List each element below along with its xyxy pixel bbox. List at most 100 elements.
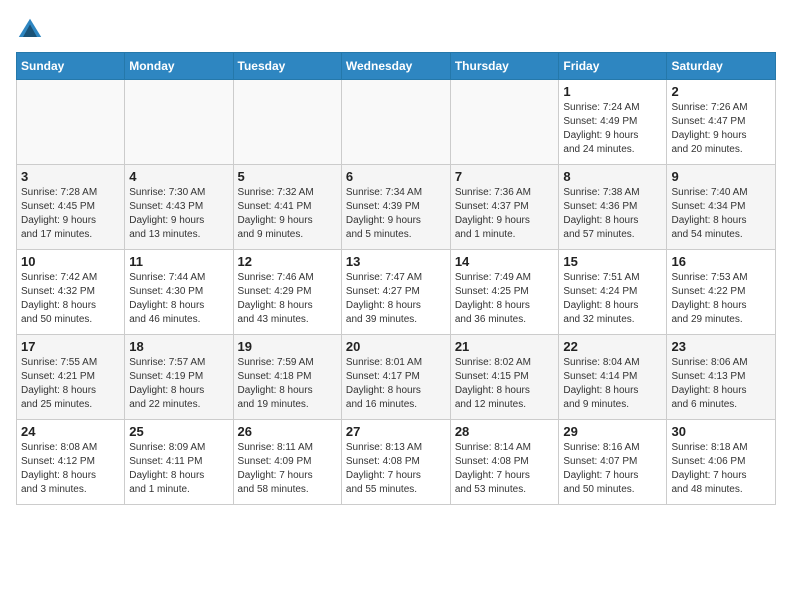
day-cell bbox=[450, 80, 559, 165]
weekday-header-monday: Monday bbox=[125, 53, 233, 80]
day-number: 23 bbox=[671, 339, 771, 354]
day-number: 19 bbox=[238, 339, 337, 354]
day-info: Sunrise: 7:57 AM Sunset: 4:19 PM Dayligh… bbox=[129, 356, 228, 412]
day-cell: 30 Sunrise: 8:18 AM Sunset: 4:06 PM Dayli… bbox=[667, 420, 776, 505]
day-number: 18 bbox=[129, 339, 228, 354]
day-number: 20 bbox=[346, 339, 446, 354]
day-info: Sunrise: 7:24 AM Sunset: 4:49 PM Dayligh… bbox=[563, 101, 662, 157]
day-info: Sunrise: 7:46 AM Sunset: 4:29 PM Dayligh… bbox=[238, 271, 337, 327]
day-info: Sunrise: 7:44 AM Sunset: 4:30 PM Dayligh… bbox=[129, 271, 228, 327]
day-number: 1 bbox=[563, 84, 662, 99]
day-info: Sunrise: 7:28 AM Sunset: 4:45 PM Dayligh… bbox=[21, 186, 120, 242]
day-info: Sunrise: 7:59 AM Sunset: 4:18 PM Dayligh… bbox=[238, 356, 337, 412]
day-cell: 10 Sunrise: 7:42 AM Sunset: 4:32 PM Dayli… bbox=[17, 250, 125, 335]
day-cell: 25 Sunrise: 8:09 AM Sunset: 4:11 PM Dayli… bbox=[125, 420, 233, 505]
logo bbox=[16, 16, 48, 44]
day-number: 2 bbox=[671, 84, 771, 99]
day-number: 12 bbox=[238, 254, 337, 269]
day-number: 8 bbox=[563, 169, 662, 184]
page-header bbox=[16, 16, 776, 44]
day-cell: 17 Sunrise: 7:55 AM Sunset: 4:21 PM Dayli… bbox=[17, 335, 125, 420]
day-number: 26 bbox=[238, 424, 337, 439]
weekday-header-saturday: Saturday bbox=[667, 53, 776, 80]
week-row-2: 3 Sunrise: 7:28 AM Sunset: 4:45 PM Daylig… bbox=[17, 165, 776, 250]
day-info: Sunrise: 7:32 AM Sunset: 4:41 PM Dayligh… bbox=[238, 186, 337, 242]
day-cell: 3 Sunrise: 7:28 AM Sunset: 4:45 PM Daylig… bbox=[17, 165, 125, 250]
day-number: 29 bbox=[563, 424, 662, 439]
day-info: Sunrise: 7:47 AM Sunset: 4:27 PM Dayligh… bbox=[346, 271, 446, 327]
weekday-header-sunday: Sunday bbox=[17, 53, 125, 80]
day-number: 10 bbox=[21, 254, 120, 269]
week-row-1: 1 Sunrise: 7:24 AM Sunset: 4:49 PM Daylig… bbox=[17, 80, 776, 165]
day-number: 9 bbox=[671, 169, 771, 184]
day-info: Sunrise: 7:34 AM Sunset: 4:39 PM Dayligh… bbox=[346, 186, 446, 242]
day-cell: 18 Sunrise: 7:57 AM Sunset: 4:19 PM Dayli… bbox=[125, 335, 233, 420]
day-number: 4 bbox=[129, 169, 228, 184]
day-number: 15 bbox=[563, 254, 662, 269]
day-cell bbox=[341, 80, 450, 165]
day-cell: 22 Sunrise: 8:04 AM Sunset: 4:14 PM Dayli… bbox=[559, 335, 667, 420]
day-cell: 20 Sunrise: 8:01 AM Sunset: 4:17 PM Dayli… bbox=[341, 335, 450, 420]
day-info: Sunrise: 7:53 AM Sunset: 4:22 PM Dayligh… bbox=[671, 271, 771, 327]
day-info: Sunrise: 8:01 AM Sunset: 4:17 PM Dayligh… bbox=[346, 356, 446, 412]
day-info: Sunrise: 8:16 AM Sunset: 4:07 PM Dayligh… bbox=[563, 441, 662, 497]
day-cell: 14 Sunrise: 7:49 AM Sunset: 4:25 PM Dayli… bbox=[450, 250, 559, 335]
day-info: Sunrise: 7:38 AM Sunset: 4:36 PM Dayligh… bbox=[563, 186, 662, 242]
day-cell bbox=[125, 80, 233, 165]
day-number: 24 bbox=[21, 424, 120, 439]
day-cell: 16 Sunrise: 7:53 AM Sunset: 4:22 PM Dayli… bbox=[667, 250, 776, 335]
day-info: Sunrise: 8:14 AM Sunset: 4:08 PM Dayligh… bbox=[455, 441, 555, 497]
day-cell: 4 Sunrise: 7:30 AM Sunset: 4:43 PM Daylig… bbox=[125, 165, 233, 250]
day-cell: 24 Sunrise: 8:08 AM Sunset: 4:12 PM Dayli… bbox=[17, 420, 125, 505]
day-number: 30 bbox=[671, 424, 771, 439]
day-info: Sunrise: 7:40 AM Sunset: 4:34 PM Dayligh… bbox=[671, 186, 771, 242]
day-cell bbox=[233, 80, 341, 165]
day-number: 3 bbox=[21, 169, 120, 184]
weekday-header-wednesday: Wednesday bbox=[341, 53, 450, 80]
weekday-header-tuesday: Tuesday bbox=[233, 53, 341, 80]
day-cell: 7 Sunrise: 7:36 AM Sunset: 4:37 PM Daylig… bbox=[450, 165, 559, 250]
day-cell: 15 Sunrise: 7:51 AM Sunset: 4:24 PM Dayli… bbox=[559, 250, 667, 335]
day-cell: 11Sunrise: 7:44 AM Sunset: 4:30 PM Dayli… bbox=[125, 250, 233, 335]
day-info: Sunrise: 8:11 AM Sunset: 4:09 PM Dayligh… bbox=[238, 441, 337, 497]
day-info: Sunrise: 7:49 AM Sunset: 4:25 PM Dayligh… bbox=[455, 271, 555, 327]
day-info: Sunrise: 8:06 AM Sunset: 4:13 PM Dayligh… bbox=[671, 356, 771, 412]
day-cell: 6Sunrise: 7:34 AM Sunset: 4:39 PM Daylig… bbox=[341, 165, 450, 250]
day-info: Sunrise: 7:36 AM Sunset: 4:37 PM Dayligh… bbox=[455, 186, 555, 242]
day-number: 22 bbox=[563, 339, 662, 354]
week-row-3: 10 Sunrise: 7:42 AM Sunset: 4:32 PM Dayli… bbox=[17, 250, 776, 335]
day-info: Sunrise: 8:13 AM Sunset: 4:08 PM Dayligh… bbox=[346, 441, 446, 497]
day-cell: 28 Sunrise: 8:14 AM Sunset: 4:08 PM Dayli… bbox=[450, 420, 559, 505]
day-info: Sunrise: 7:55 AM Sunset: 4:21 PM Dayligh… bbox=[21, 356, 120, 412]
day-number: 25 bbox=[129, 424, 228, 439]
day-cell: 26 Sunrise: 8:11 AM Sunset: 4:09 PM Dayli… bbox=[233, 420, 341, 505]
day-info: Sunrise: 8:09 AM Sunset: 4:11 PM Dayligh… bbox=[129, 441, 228, 497]
day-cell: 8 Sunrise: 7:38 AM Sunset: 4:36 PM Daylig… bbox=[559, 165, 667, 250]
day-cell: 1 Sunrise: 7:24 AM Sunset: 4:49 PM Daylig… bbox=[559, 80, 667, 165]
day-number: 5 bbox=[238, 169, 337, 184]
day-info: Sunrise: 8:02 AM Sunset: 4:15 PM Dayligh… bbox=[455, 356, 555, 412]
day-info: Sunrise: 8:04 AM Sunset: 4:14 PM Dayligh… bbox=[563, 356, 662, 412]
calendar-table: SundayMondayTuesdayWednesdayThursdayFrid… bbox=[16, 52, 776, 505]
day-number: 14 bbox=[455, 254, 555, 269]
day-cell bbox=[17, 80, 125, 165]
day-info: Sunrise: 7:26 AM Sunset: 4:47 PM Dayligh… bbox=[671, 101, 771, 157]
week-row-4: 17 Sunrise: 7:55 AM Sunset: 4:21 PM Dayli… bbox=[17, 335, 776, 420]
day-info: Sunrise: 8:18 AM Sunset: 4:06 PM Dayligh… bbox=[671, 441, 771, 497]
day-cell: 12 Sunrise: 7:46 AM Sunset: 4:29 PM Dayli… bbox=[233, 250, 341, 335]
day-info: Sunrise: 8:08 AM Sunset: 4:12 PM Dayligh… bbox=[21, 441, 120, 497]
day-cell: 2 Sunrise: 7:26 AM Sunset: 4:47 PM Daylig… bbox=[667, 80, 776, 165]
day-cell: 21Sunrise: 8:02 AM Sunset: 4:15 PM Dayli… bbox=[450, 335, 559, 420]
day-info: Sunrise: 7:42 AM Sunset: 4:32 PM Dayligh… bbox=[21, 271, 120, 327]
day-cell: 5 Sunrise: 7:32 AM Sunset: 4:41 PM Daylig… bbox=[233, 165, 341, 250]
day-number: 16 bbox=[671, 254, 771, 269]
day-number: 7 bbox=[455, 169, 555, 184]
weekday-header-friday: Friday bbox=[559, 53, 667, 80]
weekday-header-thursday: Thursday bbox=[450, 53, 559, 80]
day-cell: 19 Sunrise: 7:59 AM Sunset: 4:18 PM Dayli… bbox=[233, 335, 341, 420]
day-info: Sunrise: 7:30 AM Sunset: 4:43 PM Dayligh… bbox=[129, 186, 228, 242]
day-number: 28 bbox=[455, 424, 555, 439]
day-info: Sunrise: 7:51 AM Sunset: 4:24 PM Dayligh… bbox=[563, 271, 662, 327]
day-number: 17 bbox=[21, 339, 120, 354]
logo-icon bbox=[16, 16, 44, 44]
